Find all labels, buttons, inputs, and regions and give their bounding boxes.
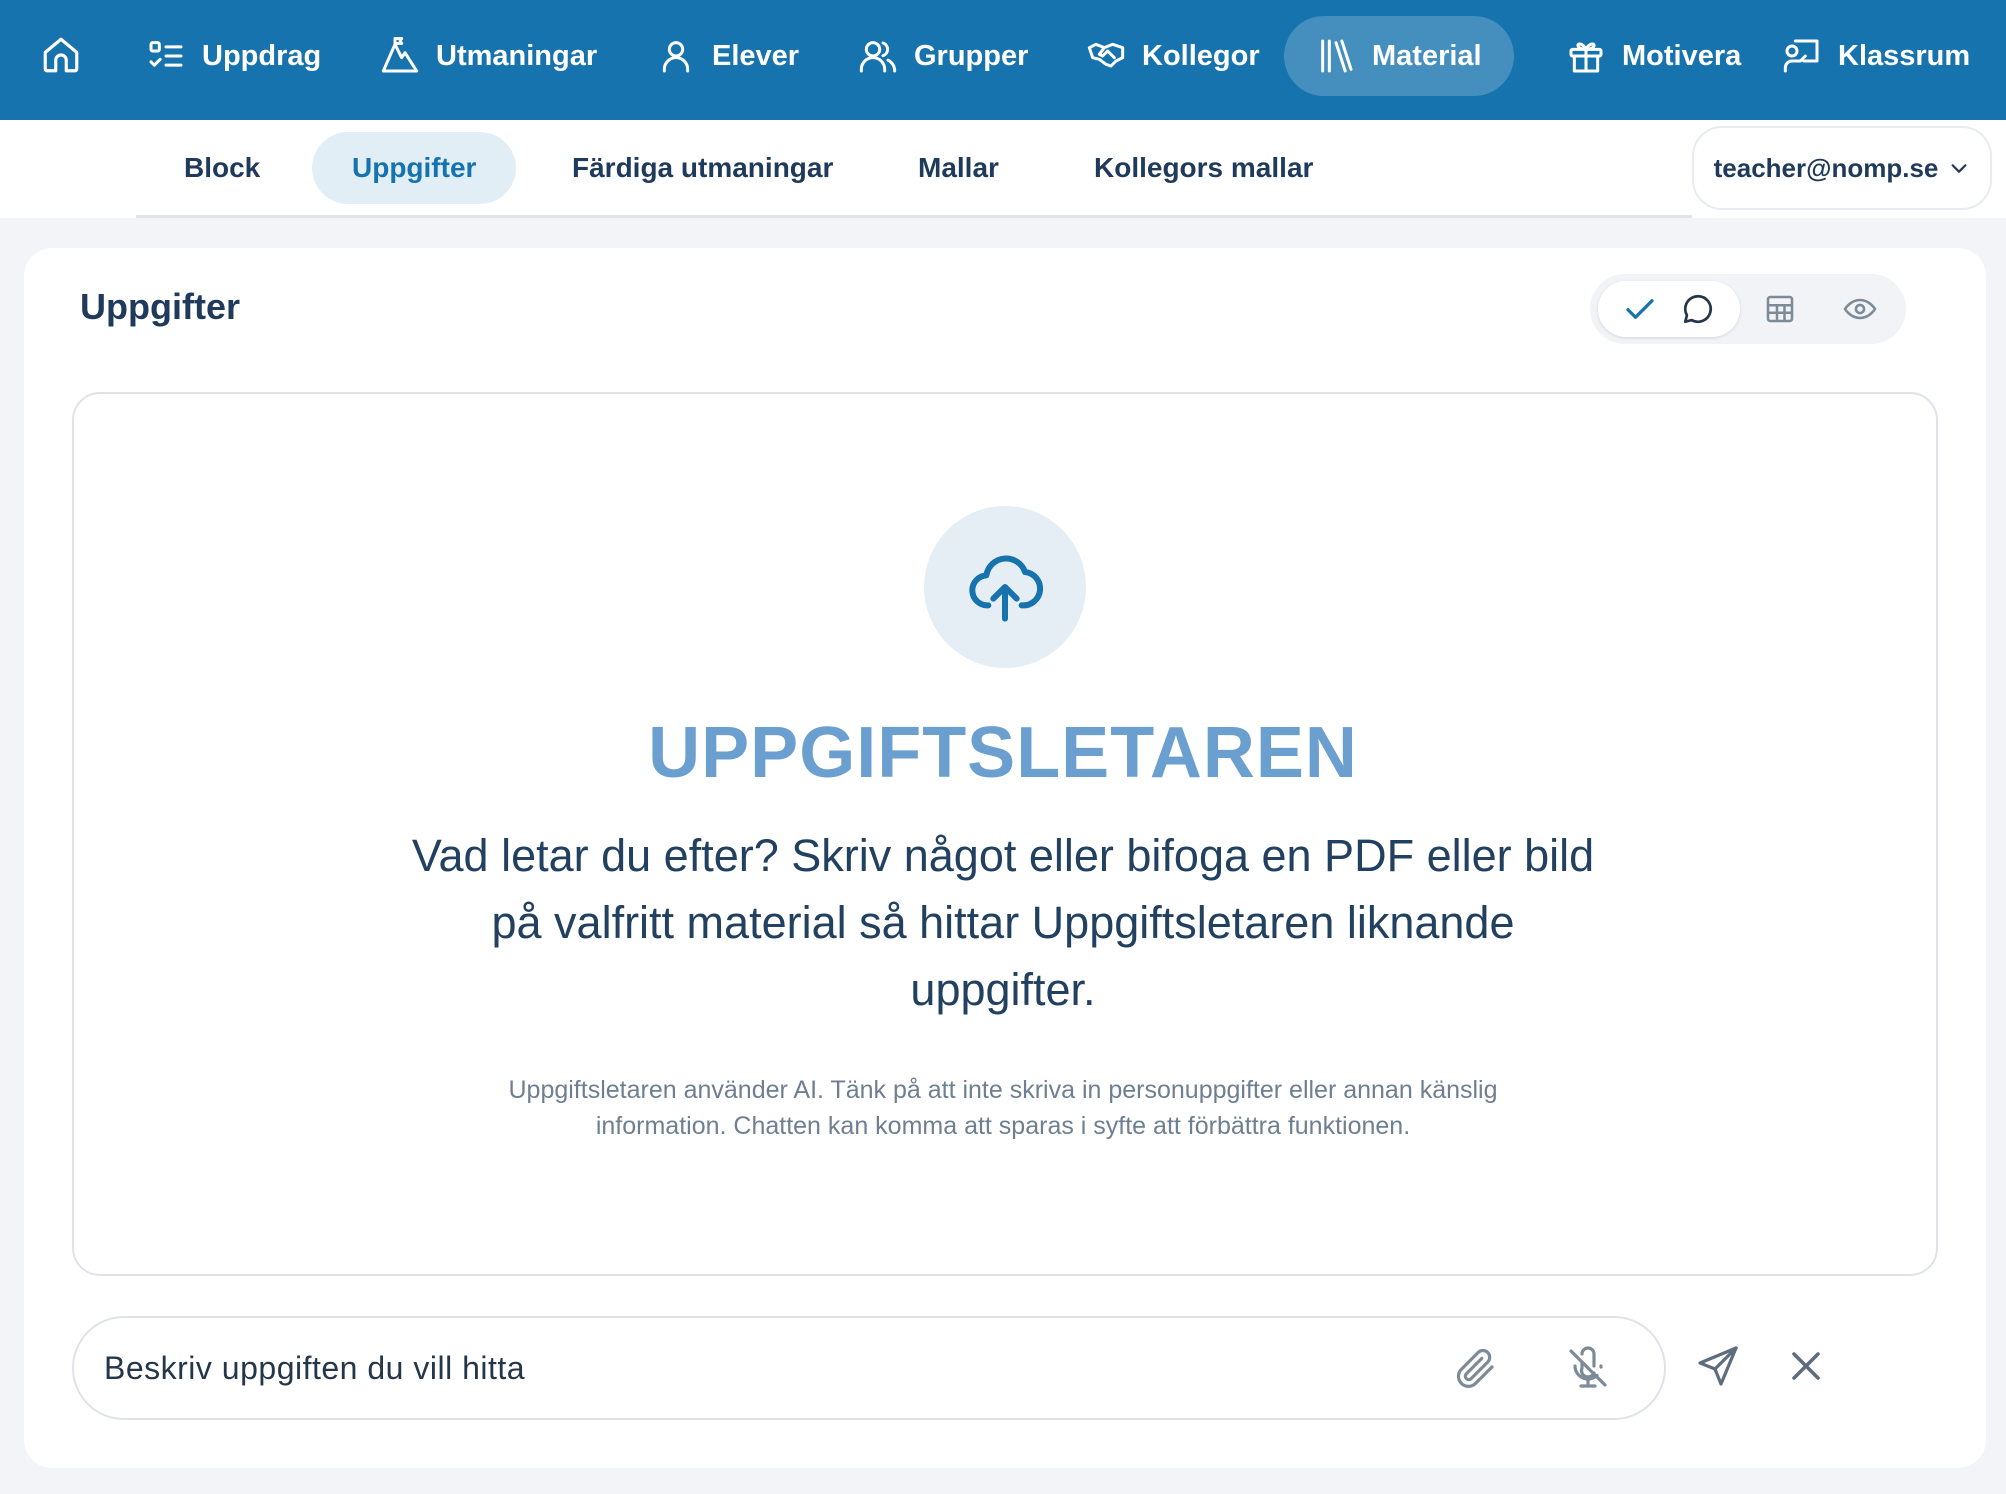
nav-item-label: Elever xyxy=(712,39,800,72)
tab-fardiga-utmaningar[interactable]: Färdiga utmaningar xyxy=(532,132,873,204)
nav-item-label: Klassrum xyxy=(1838,39,1971,72)
nav-item-label: Motivera xyxy=(1622,39,1742,72)
tab-uppgifter[interactable]: Uppgifter xyxy=(312,132,517,204)
mountain-icon xyxy=(380,36,420,76)
list-check-icon xyxy=(146,36,186,76)
nav-item-label: Utmaningar xyxy=(436,39,598,72)
user-menu[interactable]: teacher@nomp.se xyxy=(1692,126,1992,210)
search-input-bar xyxy=(72,1316,1666,1420)
nav-item-kollegor[interactable]: Kollegor xyxy=(1054,16,1292,96)
users-icon xyxy=(858,36,898,76)
checkmark-icon[interactable] xyxy=(1622,291,1658,327)
view-toggle-active-segment[interactable] xyxy=(1598,281,1740,337)
tab-label: Mallar xyxy=(918,152,999,183)
nav-item-label: Kollegor xyxy=(1142,39,1260,72)
tab-mallar[interactable]: Mallar xyxy=(878,132,1039,204)
tab-kollegors-mallar[interactable]: Kollegors mallar xyxy=(1054,132,1353,204)
paperclip-icon[interactable] xyxy=(1452,1344,1500,1392)
tab-label: Block xyxy=(184,152,261,183)
view-toggle xyxy=(1590,274,1906,344)
nav-item-material[interactable]: Material xyxy=(1284,16,1514,96)
close-icon[interactable] xyxy=(1782,1342,1830,1390)
chat-icon[interactable] xyxy=(1680,291,1716,327)
divider xyxy=(136,215,1692,218)
nav-item-klassrum[interactable]: Klassrum xyxy=(1750,16,2002,96)
nav-item-grupper[interactable]: Grupper xyxy=(826,16,1060,96)
nav-item-label: Material xyxy=(1372,39,1482,72)
library-icon xyxy=(1316,36,1356,76)
nav-item-label: Grupper xyxy=(914,39,1029,72)
chevron-down-icon xyxy=(1948,157,1970,179)
microphone-off-icon[interactable] xyxy=(1564,1344,1612,1392)
nav-item-label: Uppdrag xyxy=(202,39,322,72)
page-title: Uppgifter xyxy=(80,286,240,327)
home-icon[interactable] xyxy=(40,34,82,76)
gift-icon xyxy=(1566,36,1606,76)
user-email: teacher@nomp.se xyxy=(1713,152,1939,183)
ai-disclaimer: Uppgiftsletaren använder AI. Tänk på att… xyxy=(508,1076,1498,1140)
nav-item-motivera[interactable]: Motivera xyxy=(1534,16,1773,96)
cloud-upload-icon[interactable] xyxy=(924,506,1086,668)
handshake-icon xyxy=(1086,36,1126,76)
nav-item-uppdrag[interactable]: Uppdrag xyxy=(114,16,353,96)
eye-icon[interactable] xyxy=(1842,291,1878,327)
tab-label: Färdiga utmaningar xyxy=(572,152,834,183)
send-icon[interactable] xyxy=(1694,1342,1742,1390)
nav-item-utmaningar[interactable]: Utmaningar xyxy=(348,16,629,96)
tab-block[interactable]: Block xyxy=(144,132,300,204)
nav-item-elever[interactable]: Elever xyxy=(624,16,831,96)
table-icon[interactable] xyxy=(1762,291,1798,327)
tab-label: Kollegors mallar xyxy=(1094,152,1314,183)
task-search-input[interactable] xyxy=(104,1338,1404,1398)
tab-label: Uppgifter xyxy=(352,152,477,183)
finder-description: Vad letar du efter? Skriv något eller bi… xyxy=(411,830,1595,1015)
presentation-icon xyxy=(1782,36,1822,76)
finder-title: UPPGIFTSLETAREN xyxy=(648,713,1358,793)
user-icon xyxy=(656,36,696,76)
